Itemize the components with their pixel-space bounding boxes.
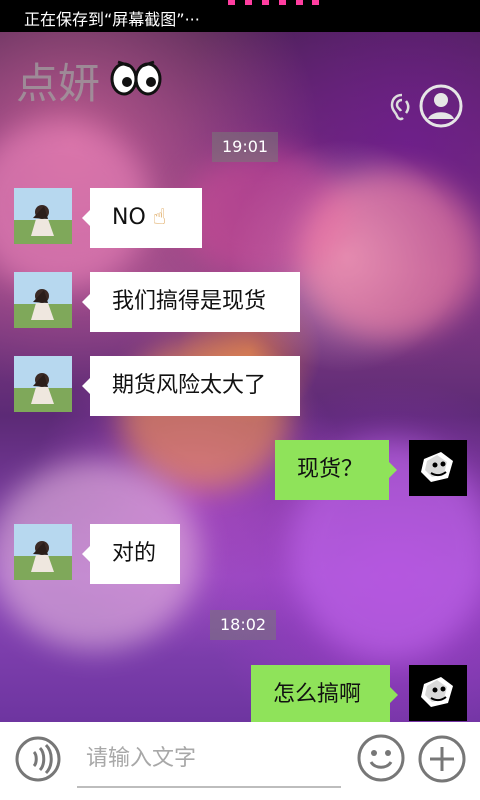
message-bubble-right: 怎么搞啊 [251,665,398,725]
timestamp: 18:02 [210,610,277,640]
message-text: 现货？ [297,457,364,482]
profile-icon[interactable] [418,83,464,129]
status-tick [228,0,235,5]
eyes-icon [110,60,162,96]
my-avatar[interactable] [409,665,467,721]
plus-icon[interactable] [417,734,467,784]
message-text: 我们搞得是现货 [112,289,267,314]
status-tick [245,0,252,5]
message-text: 怎么搞啊 [273,682,362,707]
status-tick [262,0,269,5]
contact-avatar[interactable] [14,524,72,580]
status-tick [312,0,319,5]
status-bar: 正在保存到“屏幕截图”··· [0,0,480,32]
background-cloud [300,170,480,340]
chat-header: 点妍 [0,32,480,129]
contact-avatar[interactable] [14,272,72,328]
input-underline [77,786,341,788]
voice-icon[interactable] [14,735,62,783]
status-text: 正在保存到“屏幕截图”··· [24,10,200,29]
ear-icon[interactable] [385,90,413,122]
contact-avatar[interactable] [14,356,72,412]
message-text: NO [112,205,146,230]
smile-icon[interactable] [356,733,406,783]
message-text: 对的 [112,541,157,566]
contact-avatar[interactable] [14,188,72,244]
message-bubble-right: 现货？ [275,440,397,500]
message-input[interactable] [84,737,338,779]
message-bubble-left: 我们搞得是现货 [82,272,300,332]
status-tick [296,0,303,5]
message-bubble-left: 对的 [82,524,180,584]
message-composer [0,722,480,800]
my-avatar[interactable] [409,440,467,496]
timestamp: 19:01 [212,132,279,162]
message-text: 期货风险太大了 [112,373,267,398]
status-progress [228,0,319,5]
pointing-hand-icon: ☝ [152,205,167,230]
contact-name: 点妍 [16,59,101,108]
status-tick [279,0,286,5]
chat-screen: 正在保存到“屏幕截图”··· 点妍 19:01 NO ☝ 我们搞得是现货 期货风… [0,0,480,800]
message-bubble-left: NO ☝ [82,188,202,248]
message-bubble-left: 期货风险太大了 [82,356,300,416]
